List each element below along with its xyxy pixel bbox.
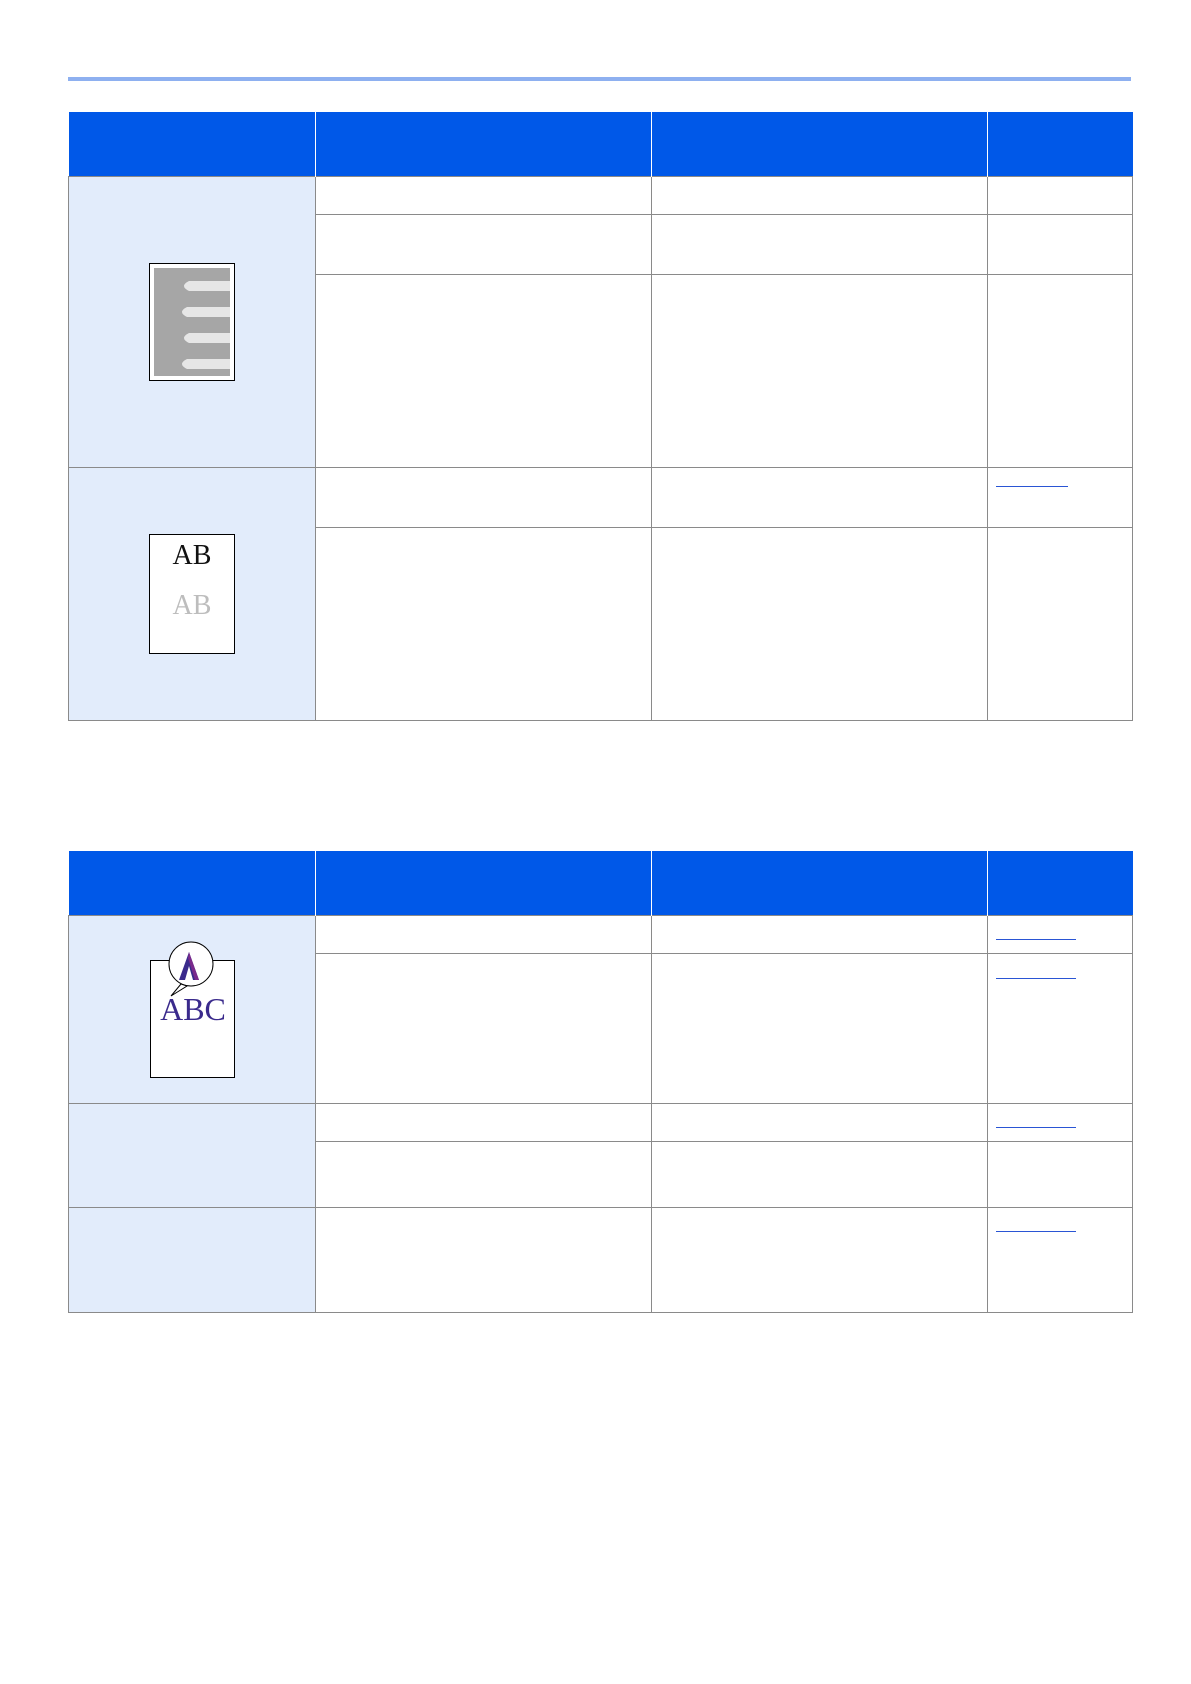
action-cell xyxy=(651,915,988,954)
action-cell xyxy=(651,214,988,275)
action-cell xyxy=(651,1141,988,1208)
header-corrective-actions xyxy=(651,851,988,916)
symptom-cell xyxy=(68,176,316,468)
reference-link[interactable] xyxy=(996,954,1076,979)
header-checkpoints xyxy=(315,112,652,177)
ghost-ab-page-icon: AB AB xyxy=(149,534,235,654)
magnified-abc-page-icon: ABC xyxy=(150,941,235,1078)
action-cell xyxy=(651,1207,988,1313)
action-cell xyxy=(651,467,988,528)
symptom-cell: ABC xyxy=(68,915,316,1104)
header-checkpoints xyxy=(315,851,652,916)
symptom-cell: AB AB xyxy=(68,467,316,721)
checkpoint-cell xyxy=(315,176,652,215)
action-cell xyxy=(651,527,988,721)
ghost-text-original: AB xyxy=(173,540,212,571)
table-row xyxy=(68,1207,1133,1313)
top-rule xyxy=(68,77,1131,81)
reference-cell xyxy=(987,1103,1133,1142)
table-header-row xyxy=(68,851,1133,916)
action-cell xyxy=(651,1103,988,1142)
checkpoint-cell xyxy=(315,527,652,721)
action-cell xyxy=(651,274,988,468)
reference-cell xyxy=(987,915,1133,954)
checkpoint-cell xyxy=(315,214,652,275)
table-row xyxy=(68,176,1133,468)
misprint-abc-text: ABC xyxy=(160,991,226,1027)
symptom-cell xyxy=(68,1103,316,1208)
header-symptom xyxy=(68,851,316,916)
checkpoint-cell xyxy=(315,915,652,954)
checkpoint-cell xyxy=(315,953,652,1104)
symptom-cell xyxy=(68,1207,316,1313)
checkpoint-cell xyxy=(315,1207,652,1313)
table-header-row xyxy=(68,112,1133,177)
white-stripes-on-gray-page-icon xyxy=(149,263,235,381)
header-corrective-actions xyxy=(651,112,988,177)
checkpoint-cell xyxy=(315,1141,652,1208)
table-row xyxy=(68,1103,1133,1208)
reference-cell xyxy=(987,274,1133,468)
header-reference-page xyxy=(987,112,1133,177)
checkpoint-cell xyxy=(315,467,652,528)
reference-link[interactable] xyxy=(996,1104,1076,1128)
checkpoint-cell xyxy=(315,274,652,468)
reference-cell xyxy=(987,467,1133,528)
reference-link[interactable] xyxy=(996,916,1076,940)
action-cell xyxy=(651,953,988,1104)
reference-link[interactable] xyxy=(996,1208,1076,1232)
troubleshooting-table-1: AB AB xyxy=(68,112,1133,721)
checkpoint-cell xyxy=(315,1103,652,1142)
table-row: ABC xyxy=(68,915,1133,1104)
header-reference-page xyxy=(987,851,1133,916)
reference-link[interactable] xyxy=(996,468,1068,487)
header-symptom xyxy=(68,112,316,177)
reference-cell xyxy=(987,953,1133,1104)
reference-cell xyxy=(987,527,1133,721)
reference-cell xyxy=(987,1141,1133,1208)
reference-cell xyxy=(987,176,1133,215)
troubleshooting-table-2: ABC xyxy=(68,851,1133,1313)
reference-cell xyxy=(987,1207,1133,1313)
action-cell xyxy=(651,176,988,215)
table-row: AB AB xyxy=(68,467,1133,721)
ghost-text-faint: AB xyxy=(173,590,212,621)
reference-cell xyxy=(987,214,1133,275)
